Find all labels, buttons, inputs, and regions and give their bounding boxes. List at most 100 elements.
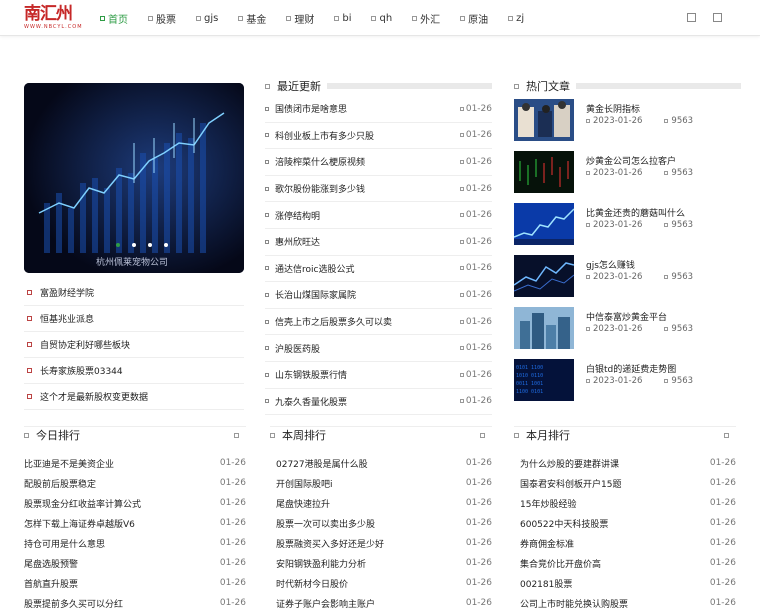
nav-item-8[interactable]: 原油 [460,11,488,26]
square-icon [265,83,270,89]
rank-item[interactable]: 配股前后股票稳定 01-26 [24,473,246,493]
rank-item[interactable]: 国泰君安科创板开户15题 01-26 [520,473,736,493]
item-title-text: 国债闭市是啥意思 [275,105,348,116]
featured-link[interactable]: 恒基兆业派息 [24,306,244,332]
rank-item[interactable]: 公司上市时能兑换认购股票 01-26 [520,593,736,613]
rank-item[interactable]: 02727港股是属什么股 01-26 [276,453,492,473]
featured-banner[interactable]: 杭州佩莱宠物公司 [24,83,244,273]
rank-item[interactable]: 股票一次可以卖出多少股 01-26 [276,513,492,533]
rank-item[interactable]: 首航直升股票 01-26 [24,573,246,593]
article-views: 9563 [664,168,693,178]
list-item[interactable]: 九泰久香量化股票 01-26 [265,389,492,416]
list-item[interactable]: 歌尔股份能涨到多少钱 01-26 [265,176,492,203]
carousel-dot[interactable] [116,243,120,247]
square-icon [100,15,105,21]
rank-item[interactable]: 股票提前多久买可以分红 01-26 [24,593,246,613]
rank-item-title: 002181股票 [520,579,573,590]
rank-item[interactable]: 安阳钢铁盈利能力分析 01-26 [276,553,492,573]
site-logo[interactable]: 南汇州 WWW.NBCYL.COM [24,4,86,30]
list-item[interactable]: 国债闭市是啥意思 01-26 [265,96,492,123]
hot-article[interactable]: 炒黄金公司怎么拉客户 2023-01-26 9563 [514,151,736,203]
carousel-dot[interactable] [148,243,152,247]
rank-item[interactable]: 股票现金分红收益率计算公式 01-26 [24,493,246,513]
list-item[interactable]: 信壳上市之后股票多久可以卖 01-26 [265,309,492,336]
article-title[interactable]: 比黄金还贵的蘑菇叫什么 [586,206,685,219]
article-title[interactable]: gjs怎么赚钱 [586,258,635,271]
list-item[interactable]: 通达信roic选股公式 01-26 [265,256,492,283]
calendar-icon [459,266,464,271]
rank-item[interactable]: 持仓可用是什么意思 01-26 [24,533,246,553]
article-title[interactable]: 白银td的递延费走势图 [586,362,676,375]
featured-link[interactable]: 自贸协定利好哪些板块 [24,332,244,358]
hot-article[interactable]: 比黄金还贵的蘑菇叫什么 2023-01-26 9563 [513,203,736,255]
list-item[interactable]: 涨停结构明 01-26 [265,202,492,229]
item-title-text: 九泰久香量化股票 [275,397,348,408]
rank-month: 本月排行 为什么炒股的要建群讲课 01-26 国泰君安科创板开户15题 01-26 15… [514,426,736,610]
article-thumbnail[interactable] [514,151,574,193]
eye-icon [664,275,669,279]
featured-links: 富盈财经学院 恒基兆业派息 自贸协定利好哪些板块 长寿家族股票03344 这个才是最新股… [24,280,244,410]
date-text: 01-26 [465,316,492,327]
nav-item-7[interactable]: 外汇 [412,11,440,26]
nav-item-4[interactable]: 理财 [286,11,314,26]
hot-article[interactable]: 中信泰富炒黄金平台 2023-01-26 9563 [514,307,736,359]
rank-item[interactable]: 时代新材今日股价 01-26 [276,573,492,593]
featured-link[interactable]: 富盈财经学院 [24,280,244,306]
svg-text:0101 1100: 0101 1100 [516,365,543,371]
rank-item[interactable]: 为什么炒股的要建群讲课 01-26 [520,453,736,473]
article-thumbnail[interactable] [514,99,574,141]
list-item[interactable]: 科创业板上市有多少只股 01-26 [265,123,492,150]
list-item[interactable]: 涪陵榨菜什么梗原视频 01-26 [265,149,492,176]
nav-item-3[interactable]: 基金 [238,11,266,26]
item-title-text: 长治山煤国际家属院 [275,291,357,302]
nav-item-9[interactable]: zj [508,13,524,24]
list-item[interactable]: 长治山煤国际家属院 01-26 [265,282,492,309]
article-thumbnail[interactable] [513,255,575,297]
search-icon[interactable] [687,13,696,22]
rank-item[interactable]: 证券子账户会影响主账户 01-26 [276,593,492,613]
more-icon[interactable] [724,432,729,438]
rank-item[interactable]: 比亚迪是不是美资企业 01-26 [24,453,246,473]
square-icon [514,432,519,438]
more-icon[interactable] [480,432,485,438]
article-thumbnail[interactable] [513,203,575,245]
item-date: 01-26 [459,370,492,380]
rank-item[interactable]: 尾盘快速拉升 01-26 [276,493,492,513]
article-title[interactable]: 黄金长阴指标 [586,102,640,115]
rank-item[interactable]: 开创国际股吧i 01-26 [276,473,492,493]
list-item[interactable]: 沪股医药股 01-26 [265,335,492,362]
featured-link[interactable]: 这个才是最新股权变更数据 [24,384,244,410]
rank-item[interactable]: 怎样下载上海证券卓越版V6 01-26 [24,513,246,533]
menu-icon[interactable] [713,13,722,22]
nav-item-1[interactable]: 股票 [148,11,176,26]
rank-item-date: 01-26 [219,518,246,528]
article-title[interactable]: 中信泰富炒黄金平台 [586,310,667,323]
calendar-icon [586,275,590,279]
nav-item-6[interactable]: qh [371,13,392,24]
article-thumbnail[interactable] [514,307,574,349]
list-item[interactable]: 山东钢铁股票行情 01-26 [265,362,492,389]
article-title[interactable]: 炒黄金公司怎么拉客户 [586,154,676,167]
hot-article[interactable]: 0101 1100 1010 0110 0011 1001 1100 0101 白银td… [514,359,736,411]
list-item[interactable]: 惠州欣旺达 01-26 [265,229,492,256]
more-icon[interactable] [234,432,239,438]
rank-item-date: 01-26 [465,478,492,488]
rank-item[interactable]: 尾盘选股预警 01-26 [24,553,246,573]
rank-item[interactable]: 集合竞价比开盘价高 01-26 [520,553,736,573]
hot-article[interactable]: 黄金长阴指标 2023-01-26 9563 [514,99,736,151]
rank-item[interactable]: 600522中天科技股票 01-26 [520,513,736,533]
nav-item-0[interactable]: 首页 [100,11,128,26]
article-thumbnail[interactable]: 0101 1100 1010 0110 0011 1001 1100 0101 [514,359,574,401]
rank-item[interactable]: 002181股票 01-26 [520,573,736,593]
featured-link[interactable]: 长寿家族股票03344 [24,358,244,384]
carousel-dot[interactable] [132,243,136,247]
hot-article[interactable]: gjs怎么赚钱 2023-01-26 9563 [513,255,736,307]
carousel-dot[interactable] [164,243,168,247]
nav-item-5[interactable]: bi [334,13,351,24]
hot-header: 热门文章 [514,78,741,94]
nav-item-2[interactable]: gjs [196,13,218,24]
rank-item[interactable]: 股票融资买入多好还是少好 01-26 [276,533,492,553]
rank-item[interactable]: 券商佣金标准 01-26 [520,533,736,553]
item-title-text: 歌尔股份能涨到多少钱 [275,185,366,196]
rank-item[interactable]: 15年炒股经验 01-26 [520,493,736,513]
